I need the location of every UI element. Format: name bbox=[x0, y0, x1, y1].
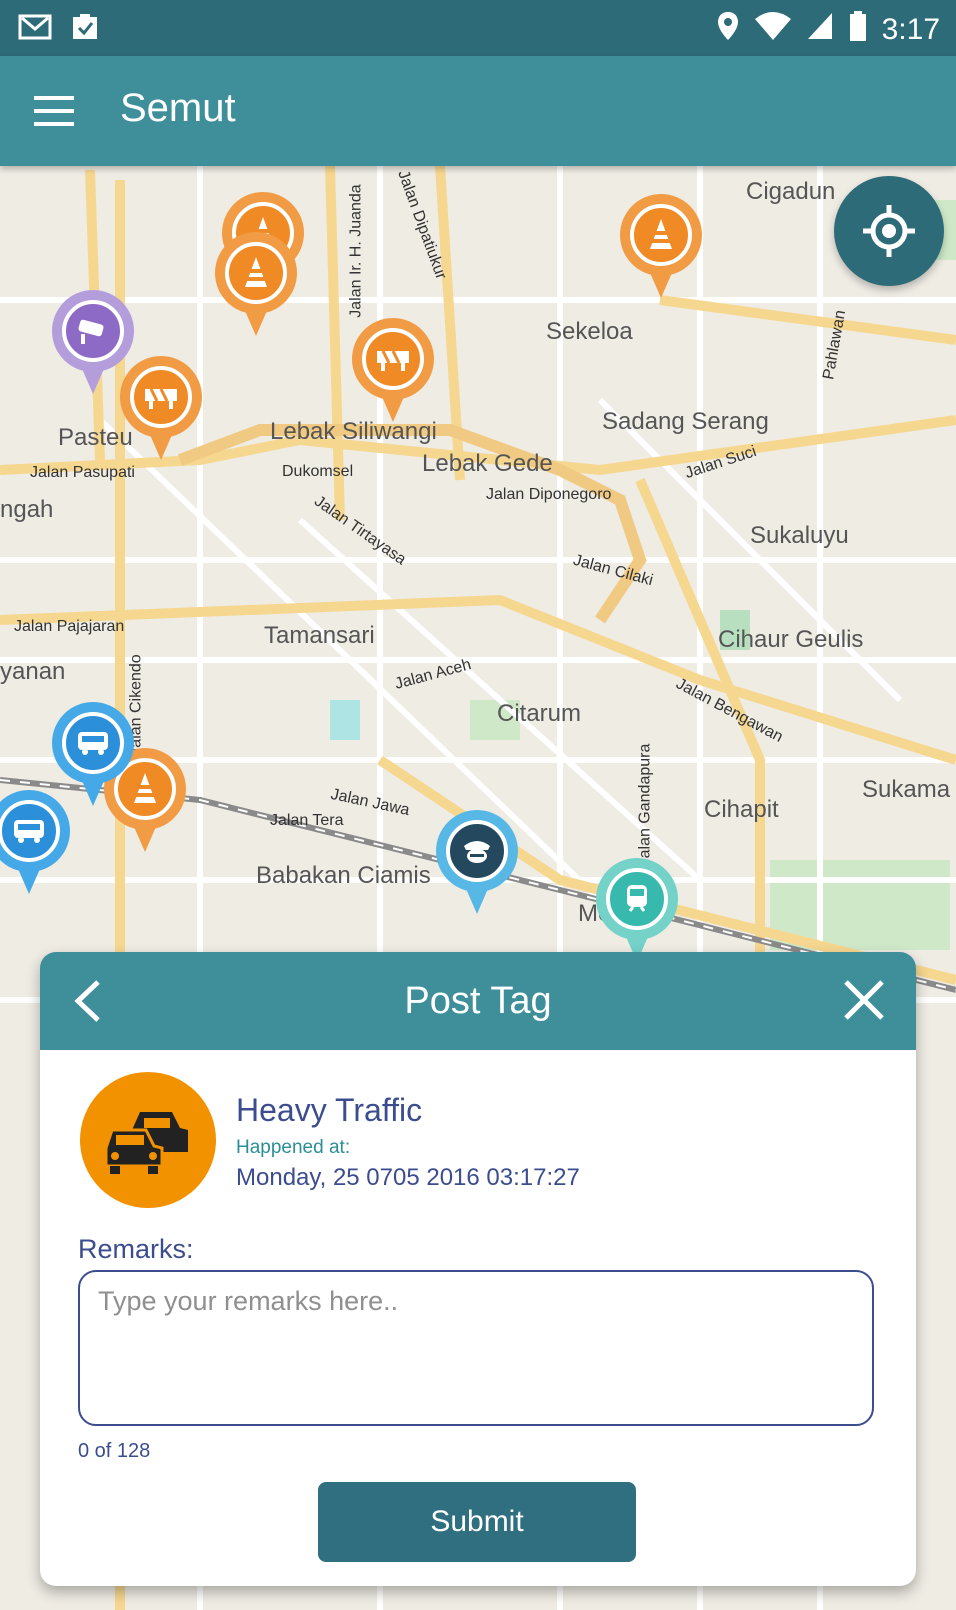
map-label: Jalan Pasupati bbox=[30, 464, 135, 481]
map-label: Sukaluyu bbox=[750, 522, 849, 549]
map-label: Jalan Gandapura bbox=[636, 743, 654, 867]
post-tag-dialog: Post Tag Heavy Traffic Happened at: Mond… bbox=[40, 952, 916, 1586]
train-marker[interactable] bbox=[596, 858, 678, 962]
app-bar: Semut bbox=[0, 56, 956, 166]
cctv-camera-icon bbox=[78, 319, 104, 344]
police-icon bbox=[464, 841, 490, 863]
map-label: Sukama bbox=[862, 776, 951, 803]
happened-at-label: Happened at: bbox=[236, 1137, 351, 1158]
map-label: Jalan Pajajaran bbox=[14, 618, 125, 635]
clipboard-check-icon bbox=[70, 12, 100, 47]
close-icon[interactable] bbox=[840, 976, 888, 1024]
mail-icon bbox=[18, 12, 52, 47]
location-icon bbox=[716, 10, 740, 50]
wifi-icon bbox=[754, 11, 792, 49]
roadwork-cone-marker[interactable] bbox=[620, 194, 702, 298]
map-label: Dukomsel bbox=[282, 463, 354, 480]
hamburger-menu-icon[interactable] bbox=[34, 96, 74, 126]
map-label: yanan bbox=[0, 658, 66, 685]
traffic-cone-icon bbox=[650, 219, 672, 249]
event-name: Heavy Traffic bbox=[236, 1092, 423, 1128]
train-icon bbox=[627, 885, 647, 912]
map-label: Babakan Ciamis bbox=[256, 862, 431, 889]
map-label: Jalan Tera bbox=[270, 812, 344, 829]
map-label: Jalan Ir. H. Juanda bbox=[347, 184, 365, 318]
dialog-title: Post Tag bbox=[404, 980, 552, 1022]
map-label: ngah bbox=[0, 496, 54, 523]
dialog-header: Post Tag bbox=[40, 952, 916, 1050]
remarks-input[interactable] bbox=[78, 1270, 874, 1426]
traffic-cone-icon bbox=[245, 257, 267, 287]
map-label: Lebak Gede bbox=[422, 450, 553, 477]
roadwork-cone-marker[interactable] bbox=[215, 232, 297, 336]
signal-icon bbox=[806, 11, 834, 49]
map-label: Citarum bbox=[497, 700, 582, 727]
app-screen: 3:17 Semut Cigadun Sekeloa Sadang Serang… bbox=[0, 0, 956, 1610]
roadblock-icon bbox=[145, 388, 177, 409]
map-label: Sadang Serang bbox=[602, 408, 769, 435]
map-label: Jalan Diponegoro bbox=[486, 486, 612, 503]
happened-at-value: Monday, 25 0705 2016 03:17:27 bbox=[236, 1164, 580, 1191]
map-label: Cigadun bbox=[746, 178, 836, 205]
map-label: Sekeloa bbox=[546, 318, 633, 345]
roadblock-icon bbox=[377, 350, 409, 371]
heavy-traffic-icon bbox=[80, 1072, 216, 1208]
bus-marker[interactable] bbox=[0, 790, 70, 894]
my-location-button[interactable] bbox=[834, 176, 944, 286]
app-title: Semut bbox=[120, 86, 236, 130]
map-label: Cihapit bbox=[704, 796, 779, 823]
cctv-marker[interactable] bbox=[52, 290, 134, 394]
police-marker[interactable] bbox=[436, 810, 518, 914]
crosshair-icon bbox=[863, 205, 915, 257]
roadblock-marker[interactable] bbox=[352, 318, 434, 422]
map-label: Lebak Siliwangi bbox=[270, 418, 437, 445]
remarks-label: Remarks: bbox=[78, 1234, 194, 1264]
status-bar: 3:17 bbox=[0, 0, 956, 56]
map-label: Cihaur Geulis bbox=[718, 626, 864, 653]
submit-button[interactable]: Submit bbox=[318, 1482, 636, 1562]
traffic-cone-icon bbox=[134, 773, 156, 803]
battery-icon bbox=[848, 10, 868, 50]
character-counter: 0 of 128 bbox=[78, 1440, 151, 1462]
clock: 3:17 bbox=[881, 13, 940, 46]
bus-icon bbox=[78, 732, 108, 755]
map-label: Tamansari bbox=[264, 622, 375, 649]
bus-icon bbox=[14, 820, 44, 843]
